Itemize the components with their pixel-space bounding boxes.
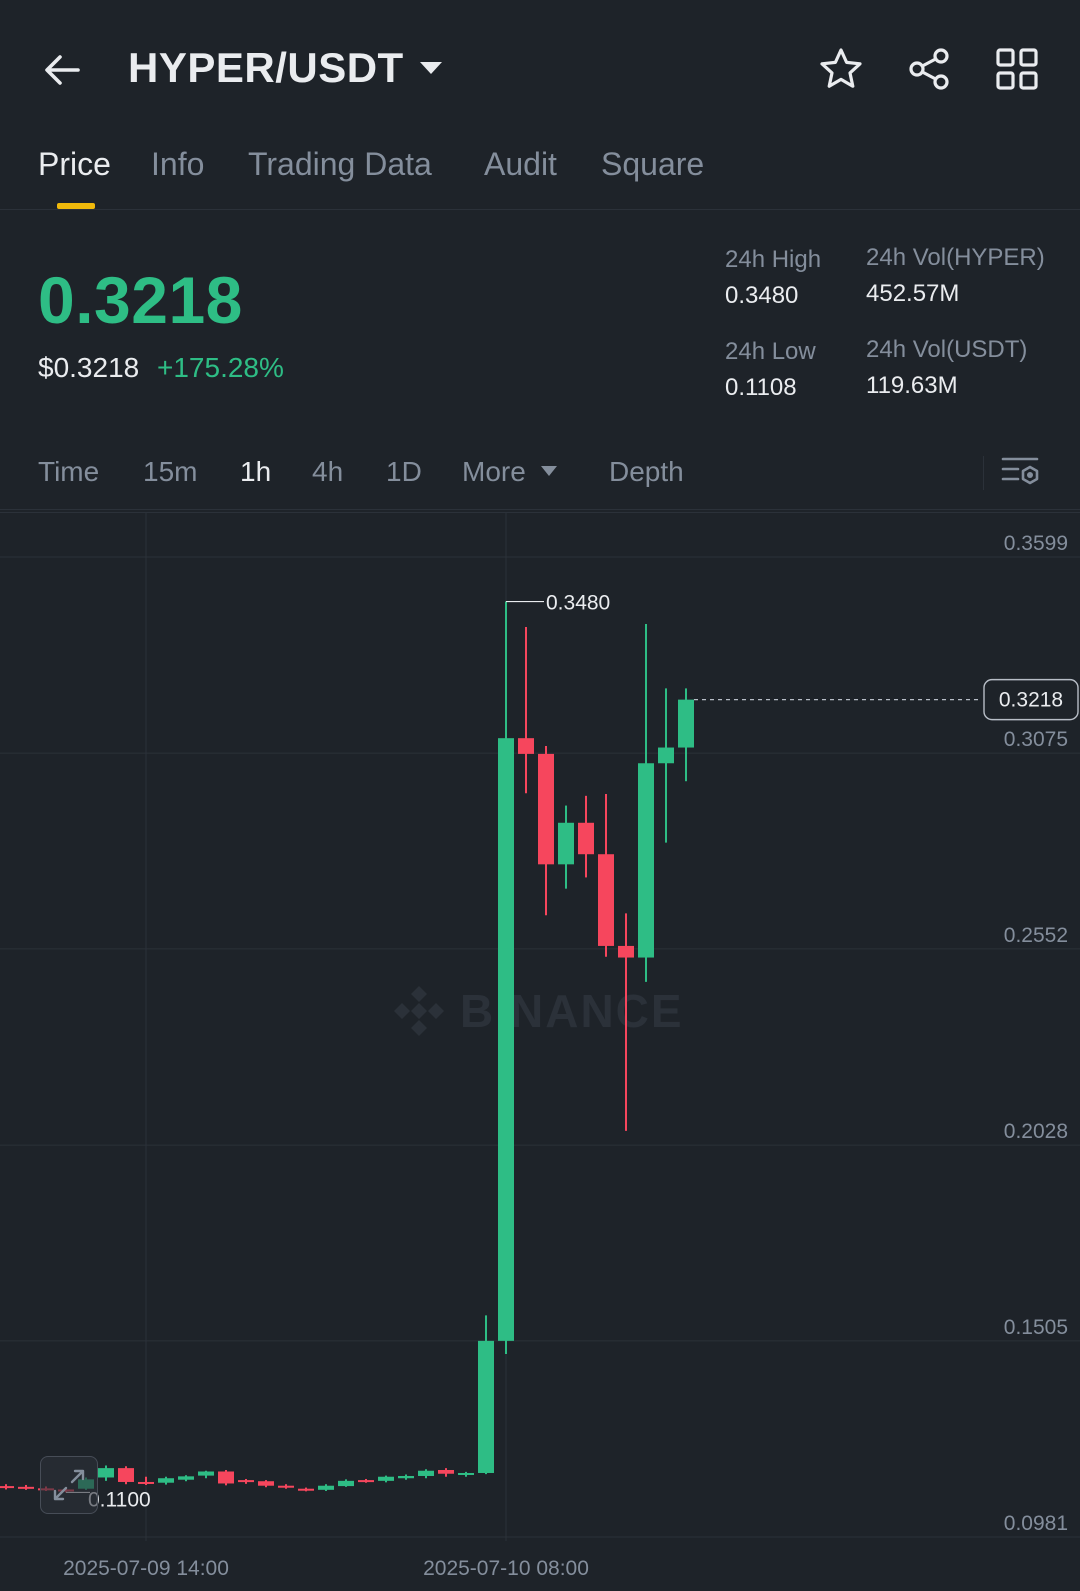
y-tick-label: 0.0981 [1004, 1512, 1068, 1535]
candle-body [598, 854, 614, 946]
vol-quote-value: 119.63M [866, 372, 958, 399]
candle-body [218, 1471, 234, 1484]
vol-base-value: 452.57M [866, 280, 960, 307]
chart-canvas: 0.3599 0.3075 0.2552 0.2028 0.1505 0.0981 2025… [0, 512, 1080, 1580]
share-icon [909, 48, 949, 90]
interval-4h[interactable]: 4h [312, 456, 343, 488]
candle-body [518, 738, 534, 754]
y-tick-label: 0.3599 [1004, 532, 1068, 555]
candle-body [158, 1478, 174, 1483]
divider [983, 456, 984, 490]
caret-down-icon[interactable] [418, 60, 444, 76]
candle-body [198, 1471, 214, 1476]
interval-more[interactable]: More [462, 456, 558, 488]
candle-body [438, 1469, 454, 1474]
back-button[interactable] [36, 44, 88, 96]
high-label: 24h High [725, 246, 822, 273]
y-tick-label: 0.2028 [1004, 1120, 1068, 1143]
interval-1h[interactable]: 1h [240, 456, 271, 488]
candle-body [638, 763, 654, 958]
interval-time[interactable]: Time [38, 456, 99, 488]
grid-apps-icon [996, 48, 1038, 90]
tab-square[interactable]: Square [601, 146, 704, 183]
interval-15m[interactable]: 15m [143, 456, 197, 488]
y-tick-label: 0.3075 [1004, 728, 1068, 751]
favorite-button[interactable] [816, 44, 866, 94]
price-block: 0.3218 [38, 262, 243, 338]
star-icon [820, 48, 862, 88]
low-label: 24h Low [725, 338, 816, 365]
candle-body [318, 1485, 334, 1490]
candlestick-chart[interactable]: BINANCE 0.3599 0.3075 0.2552 0.2028 0.1505 0.… [0, 512, 1080, 1591]
candle-body [278, 1485, 294, 1488]
tab-price[interactable]: Price [38, 146, 111, 183]
candle-body [138, 1481, 154, 1484]
vol-base-label: 24h Vol(HYPER) [866, 244, 1045, 271]
more-label: More [462, 456, 526, 487]
low-value: 0.1108 [725, 374, 797, 401]
chart-settings-icon [1001, 457, 1039, 485]
candle-body [378, 1476, 394, 1481]
candle-body [578, 822, 594, 855]
usd-price: $0.3218 [38, 352, 140, 383]
candle-body [338, 1480, 354, 1487]
candle-body [98, 1468, 114, 1478]
candle-body [458, 1472, 474, 1475]
active-tab-indicator [57, 203, 95, 209]
candle-body [358, 1480, 374, 1483]
caret-down-icon [540, 465, 557, 476]
high-value: 0.3480 [725, 282, 799, 309]
interval-1d[interactable]: 1D [386, 456, 422, 488]
candle-body [398, 1475, 414, 1479]
interval-depth[interactable]: Depth [609, 456, 684, 488]
tab-trading-data[interactable]: Trading Data [248, 146, 432, 183]
x-tick-label: 2025-07-10 08:00 [423, 1557, 589, 1580]
x-tick-label: 2025-07-09 14:00 [63, 1557, 229, 1580]
candle-body [558, 822, 574, 865]
candle-body [238, 1480, 254, 1483]
candle-body [658, 747, 674, 764]
candle-body [538, 753, 554, 865]
last-price-tag-label: 0.3218 [999, 689, 1063, 712]
y-tick-label: 0.1505 [1004, 1316, 1068, 1339]
y-tick-label: 0.2552 [1004, 924, 1068, 947]
expand-icon [53, 1469, 85, 1501]
candle-body [258, 1481, 274, 1486]
back-arrow-icon [45, 55, 80, 85]
candle-body [118, 1468, 134, 1482]
vol-quote-label: 24h Vol(USDT) [866, 336, 1028, 363]
last-price: 0.3218 [38, 263, 243, 337]
candle-body [298, 1488, 314, 1491]
section-tabs: Price Info Trading Data Audit Square [0, 140, 1080, 210]
tab-audit[interactable]: Audit [484, 146, 557, 183]
candle-body [478, 1340, 494, 1473]
top-bar: HYPER/USDT [0, 0, 1080, 140]
price-sub-row: $0.3218 +175.28% [38, 352, 284, 384]
candle-body [418, 1470, 434, 1476]
candle-body [618, 945, 634, 958]
candle-body [498, 738, 514, 1341]
interval-bar: Time 15m 1h 4h 1D More Depth [0, 440, 1080, 510]
candle-body [18, 1486, 34, 1489]
tab-info[interactable]: Info [151, 146, 204, 183]
max-price-label: 0.3480 [546, 592, 610, 615]
fullscreen-button[interactable] [40, 1456, 98, 1514]
percent-change: +175.28% [157, 352, 284, 383]
share-button[interactable] [904, 44, 954, 94]
candle-body [678, 699, 694, 748]
chart-settings-button[interactable] [1000, 450, 1042, 492]
more-apps-button[interactable] [992, 44, 1042, 94]
candle-body [178, 1476, 194, 1480]
candle-body [0, 1486, 14, 1489]
pair-title[interactable]: HYPER/USDT [128, 44, 404, 92]
